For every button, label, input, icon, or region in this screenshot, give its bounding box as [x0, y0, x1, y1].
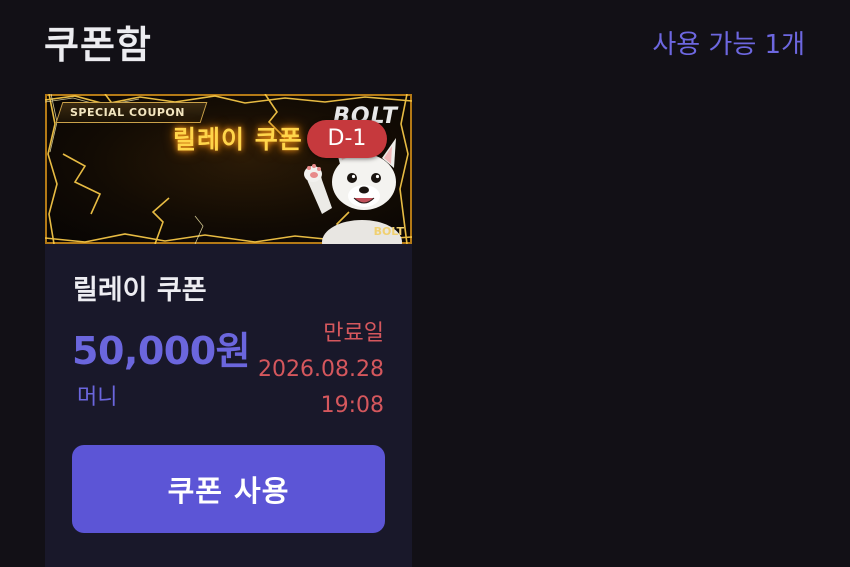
use-coupon-button[interactable]: 쿠폰 사용 — [72, 445, 385, 533]
coupon-banner: SPECIAL COUPON 릴레이 쿠폰 BOLT BOLT D-1 — [45, 94, 412, 244]
expiry-info: 만료일 2026.08.28 19:08 — [258, 316, 384, 424]
expiry-time: 19:08 — [320, 393, 384, 418]
coupon-currency: 머니 — [77, 385, 118, 410]
available-count: 사용 가능 1개 — [652, 30, 805, 60]
expiry-date: 2026.08.28 — [258, 357, 384, 382]
expiry-label: 만료일 — [323, 321, 384, 346]
banner-title: 릴레이 쿠폰 — [173, 125, 303, 154]
page-title: 쿠폰함 — [44, 23, 152, 67]
brand-logo-small: BOLT — [373, 225, 404, 238]
special-coupon-tag-label: SPECIAL COUPON — [70, 106, 185, 119]
coupon-card: SPECIAL COUPON 릴레이 쿠폰 BOLT BOLT D-1 릴레이 … — [45, 94, 412, 567]
coupon-amount: 50,000원 — [72, 329, 251, 373]
coupon-name: 릴레이 쿠폰 — [73, 275, 207, 306]
dday-badge: D-1 — [307, 120, 387, 158]
